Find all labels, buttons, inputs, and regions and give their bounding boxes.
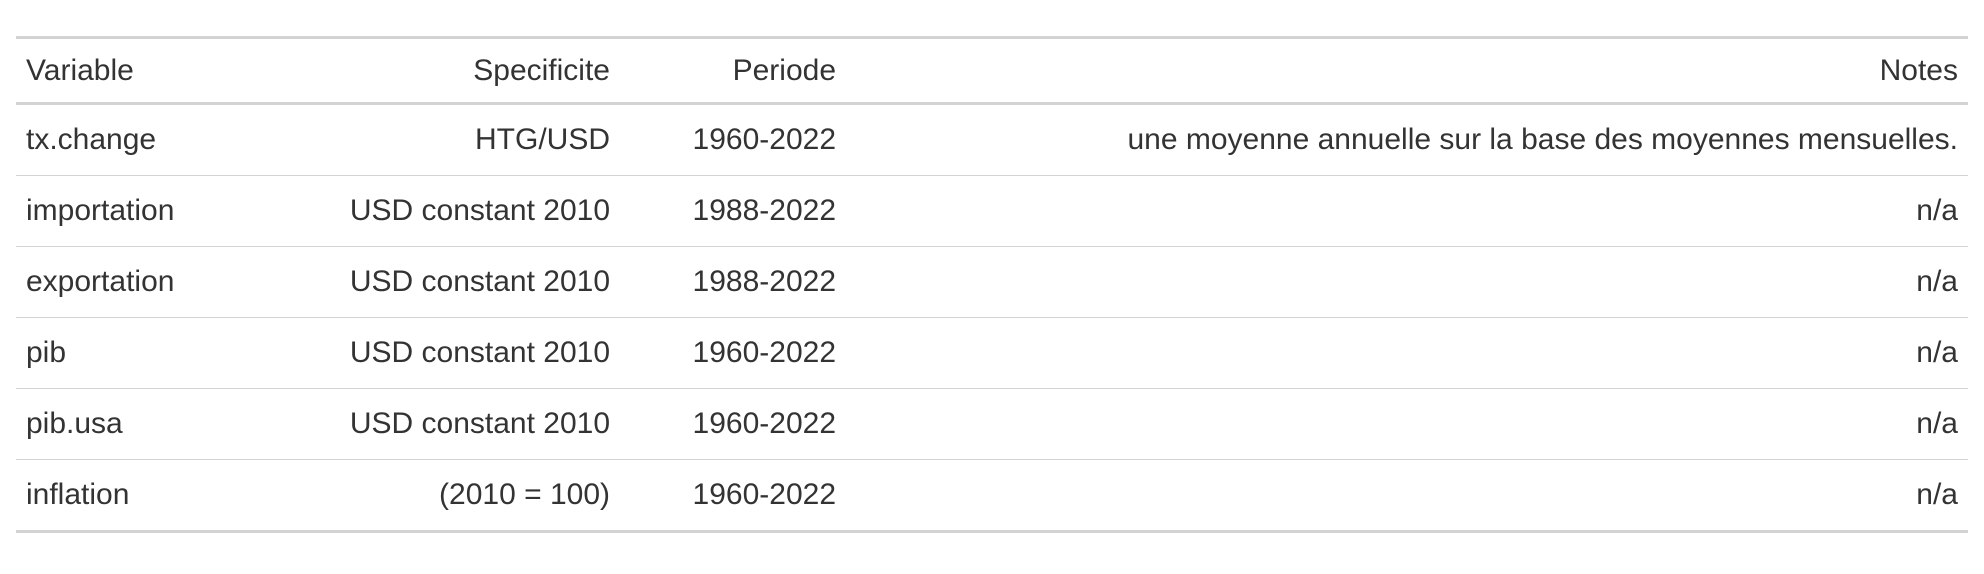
cell-notes: n/a <box>1916 265 1958 298</box>
table-row: pib.usa USD constant 2010 1960-2022 n/a <box>16 388 1968 460</box>
cell-variable: importation <box>26 194 175 227</box>
table-row: importation USD constant 2010 1988-2022 … <box>16 175 1968 247</box>
data-table: Variable Specificite Periode Notes tx.ch… <box>16 36 1968 533</box>
column-header-variable: Variable <box>16 37 242 105</box>
cell-variable: pib.usa <box>26 407 123 440</box>
table-header: Variable Specificite Periode Notes <box>16 37 1968 105</box>
cell-notes: n/a <box>1916 194 1958 227</box>
data-table-container: Variable Specificite Periode Notes tx.ch… <box>16 36 1968 533</box>
table-row: inflation (2010 = 100) 1960-2022 n/a <box>16 459 1968 532</box>
table-row: exportation USD constant 2010 1988-2022 … <box>16 246 1968 318</box>
column-header-notes: Notes <box>846 37 1968 105</box>
cell-periode: 1988-2022 <box>692 265 836 298</box>
column-header-specificite: Specificite <box>242 37 620 105</box>
cell-variable: pib <box>26 336 67 369</box>
cell-variable: inflation <box>26 478 130 511</box>
cell-specificite: USD constant 2010 <box>349 407 610 440</box>
cell-specificite: USD constant 2010 <box>349 265 610 298</box>
column-header-periode: Periode <box>620 37 846 105</box>
cell-periode: 1988-2022 <box>692 194 836 227</box>
cell-periode: 1960-2022 <box>692 336 836 369</box>
cell-periode: 1960-2022 <box>692 478 836 511</box>
cell-notes: n/a <box>1916 407 1958 440</box>
cell-notes: n/a <box>1916 478 1958 511</box>
table-row: tx.change HTG/USD 1960-2022 une moyenne … <box>16 104 1968 176</box>
cell-specificite: HTG/USD <box>475 123 610 156</box>
cell-specificite: USD constant 2010 <box>349 194 610 227</box>
cell-specificite: (2010 = 100) <box>439 478 610 511</box>
cell-variable: exportation <box>26 265 175 298</box>
cell-periode: 1960-2022 <box>692 123 836 156</box>
table-body: tx.change HTG/USD 1960-2022 une moyenne … <box>16 104 1968 532</box>
table-row: pib USD constant 2010 1960-2022 n/a <box>16 317 1968 389</box>
cell-notes: n/a <box>1916 336 1958 369</box>
cell-periode: 1960-2022 <box>692 407 836 440</box>
cell-specificite: USD constant 2010 <box>349 336 610 369</box>
cell-variable: tx.change <box>26 123 157 156</box>
header-row: Variable Specificite Periode Notes <box>16 37 1968 105</box>
cell-notes: une moyenne annuelle sur la base des moy… <box>1127 123 1958 156</box>
